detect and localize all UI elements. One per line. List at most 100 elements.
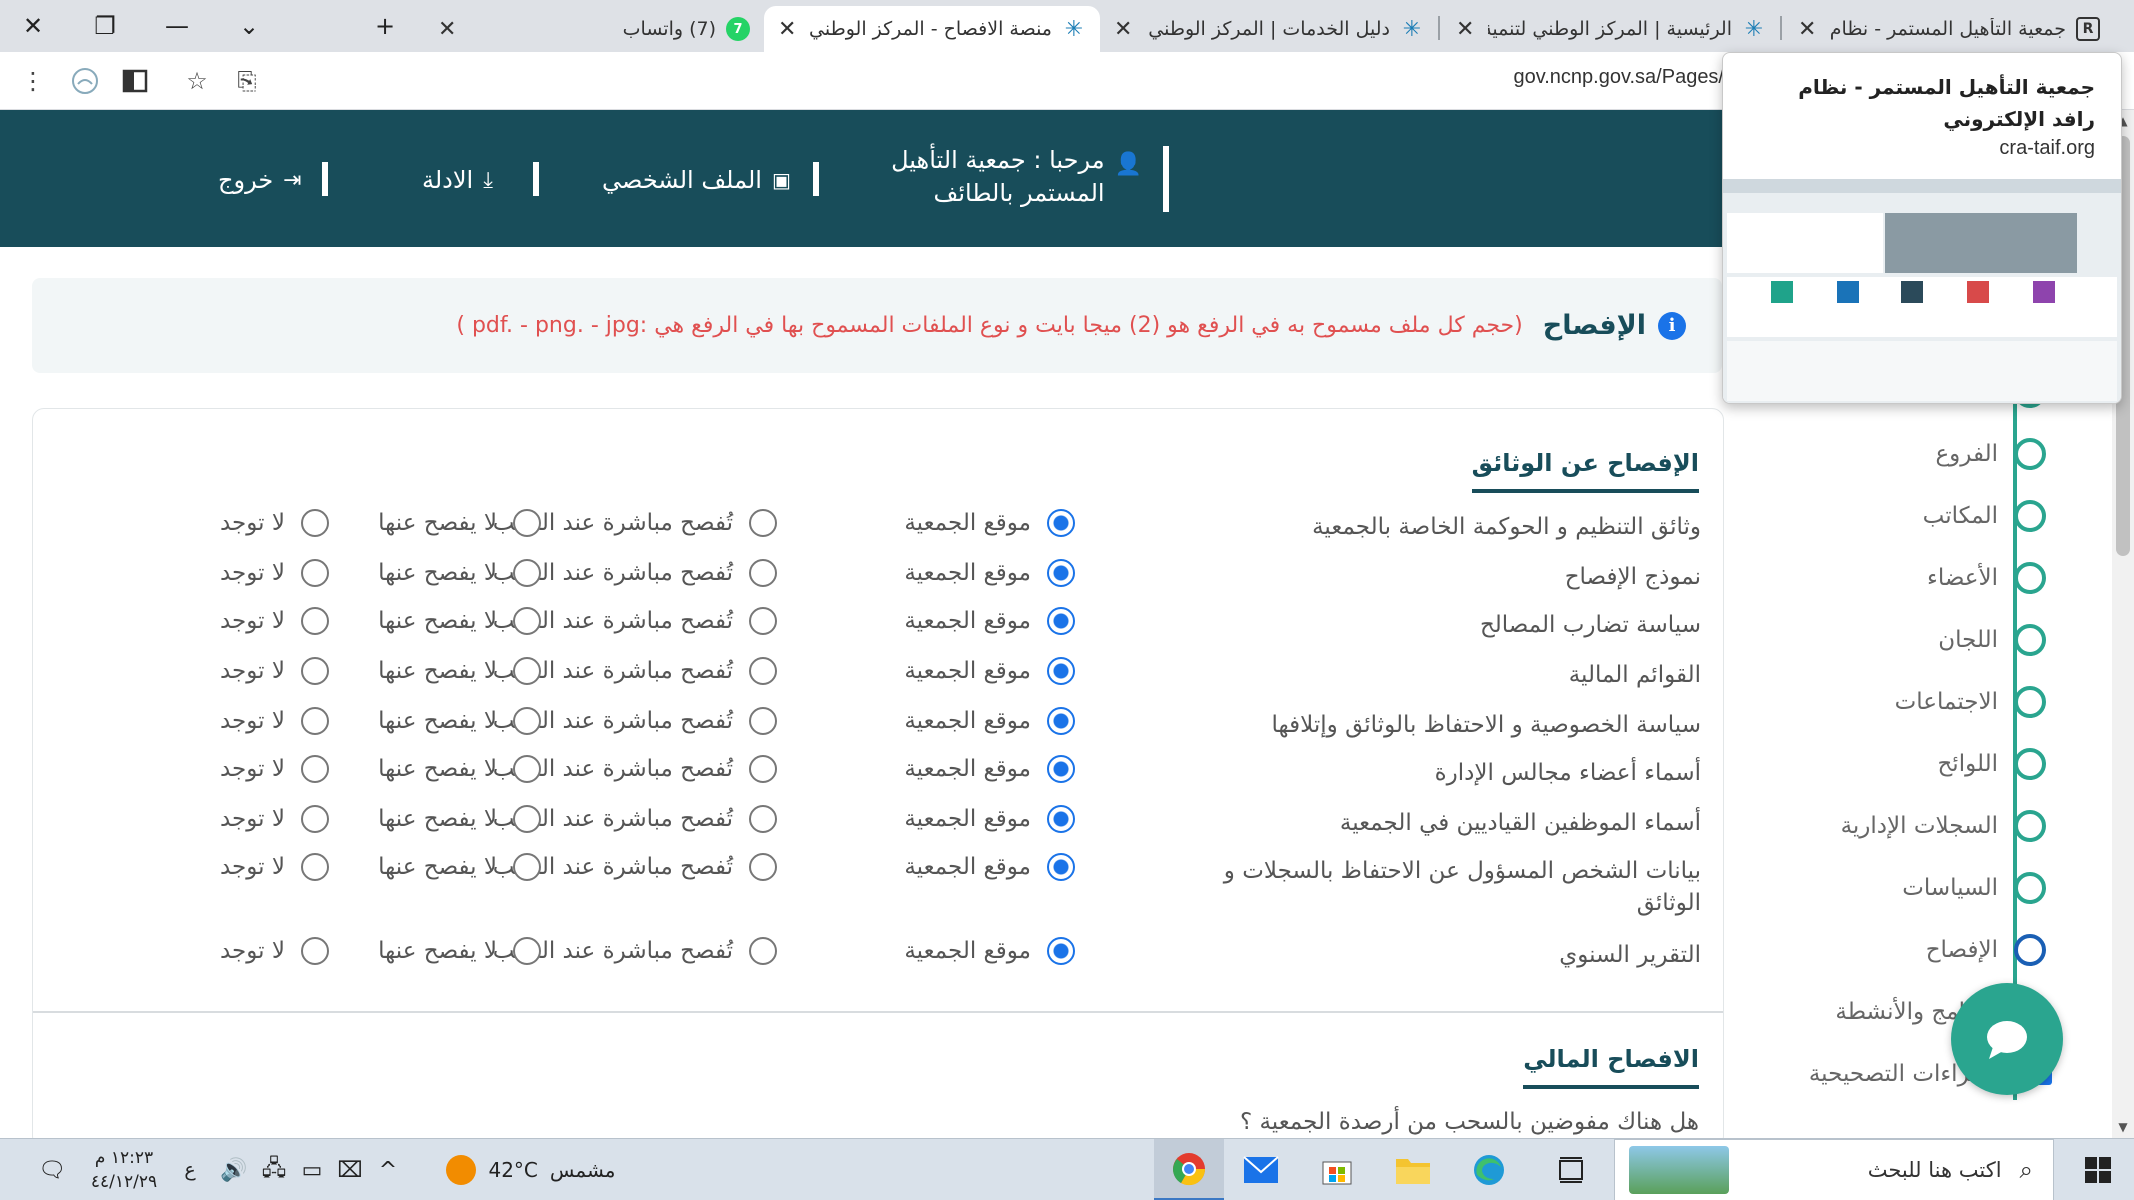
radio-button[interactable] (1047, 657, 1075, 685)
tab-disclosure-platform[interactable]: ✳ منصة الافصاح - المركز الوطني ✕ (764, 6, 1100, 52)
disclosure-option-2[interactable]: لا يفصح عنها (378, 751, 541, 787)
radio-button[interactable] (1047, 607, 1075, 635)
close-tab-icon[interactable]: ✕ (1456, 17, 1474, 42)
radio-button[interactable] (301, 707, 329, 735)
tab-search-chevron-icon[interactable]: ⌄ (224, 6, 274, 46)
radio-button[interactable] (749, 755, 777, 783)
profile-link[interactable]: ▣ الملف الشخصي (602, 166, 791, 194)
kebab-menu-icon[interactable]: ⋮ (14, 62, 52, 100)
tab-rafed-system[interactable]: R جمعية التأهيل المستمر - نظام ✕ (1784, 6, 2114, 52)
bookmark-star-icon[interactable]: ☆ (178, 62, 216, 100)
radio-button[interactable] (749, 937, 777, 965)
disclosure-option-2[interactable]: لا يفصح عنها (378, 849, 541, 885)
disclosure-option-3[interactable]: لا توجد (220, 555, 329, 591)
tab-ncnp-home[interactable]: ✳ الرئيسية | المركز الوطني لتنمية ✕ (1442, 6, 1780, 52)
sidebar-step-item[interactable]: السجلات الإدارية (1841, 806, 2046, 846)
radio-button[interactable] (749, 657, 777, 685)
network-icon[interactable]: 🖧 (256, 1139, 292, 1200)
disclosure-option-0[interactable]: موقع الجمعية (904, 603, 1075, 639)
disclosure-option-2[interactable]: لا يفصح عنها (378, 505, 541, 541)
scroll-down-arrow-icon[interactable]: ▼ (2112, 1116, 2134, 1138)
radio-button[interactable] (1047, 509, 1075, 537)
disclosure-option-0[interactable]: موقع الجمعية (904, 751, 1075, 787)
radio-button[interactable] (513, 607, 541, 635)
disclosure-option-2[interactable]: لا يفصح عنها (378, 653, 541, 689)
disclosure-option-2[interactable]: لا يفصح عنها (378, 801, 541, 837)
radio-button[interactable] (1047, 707, 1075, 735)
sidebar-step-item[interactable]: اللجان (1938, 620, 2046, 660)
disclosure-option-3[interactable]: لا توجد (220, 801, 329, 837)
radio-button[interactable] (301, 607, 329, 635)
close-tab-icon[interactable]: ✕ (1114, 17, 1132, 42)
tab-whatsapp[interactable]: 7 (7) واتساب ✕ (424, 6, 764, 52)
radio-button[interactable] (749, 707, 777, 735)
disclosure-option-0[interactable]: موقع الجمعية (904, 505, 1075, 541)
radio-button[interactable] (1047, 755, 1075, 783)
disclosure-option-3[interactable]: لا توجد (220, 751, 329, 787)
sidebar-step-item[interactable]: الأعضاء (1927, 558, 2046, 598)
sidebar-step-item[interactable]: الإفصاح (1926, 930, 2046, 970)
disclosure-option-3[interactable]: لا توجد (220, 653, 329, 689)
chrome-app-icon[interactable] (1154, 1139, 1224, 1200)
sidebar-step-item[interactable]: السياسات (1902, 868, 2046, 908)
sidebar-step-item[interactable]: اللوائح (1937, 744, 2046, 784)
disclosure-option-2[interactable]: لا يفصح عنها (378, 933, 541, 969)
close-tab-icon[interactable]: ✕ (438, 17, 456, 42)
edge-app-icon[interactable] (1458, 1139, 1520, 1200)
radio-button[interactable] (1047, 853, 1075, 881)
new-tab-plus-icon[interactable]: + (360, 6, 410, 46)
guides-link[interactable]: ⤓ الادلة (422, 166, 493, 194)
taskbar-search[interactable]: ⌕ اكتب هنا للبحث (1614, 1139, 2054, 1200)
restore-window-icon[interactable]: ❐ (80, 6, 130, 46)
share-icon[interactable]: ⎘ (228, 62, 266, 100)
battery-icon[interactable]: ▭ (294, 1139, 330, 1200)
radio-button[interactable] (513, 853, 541, 881)
radio-button[interactable] (513, 559, 541, 587)
chat-button[interactable] (1951, 983, 2063, 1095)
radio-button[interactable] (513, 707, 541, 735)
radio-button[interactable] (301, 657, 329, 685)
radio-button[interactable] (301, 559, 329, 587)
disclosure-option-0[interactable]: موقع الجمعية (904, 801, 1075, 837)
radio-button[interactable] (301, 805, 329, 833)
disclosure-option-0[interactable]: موقع الجمعية (904, 653, 1075, 689)
disclosure-option-3[interactable]: لا توجد (220, 505, 329, 541)
disclosure-option-0[interactable]: موقع الجمعية (904, 555, 1075, 591)
disclosure-option-3[interactable]: لا توجد (220, 849, 329, 885)
radio-button[interactable] (749, 805, 777, 833)
device-icon[interactable]: ⌧ (332, 1139, 368, 1200)
close-tab-icon[interactable]: ✕ (778, 17, 796, 42)
disclosure-option-3[interactable]: لا توجد (220, 703, 329, 739)
radio-button[interactable] (749, 559, 777, 587)
notifications-icon[interactable]: 🗨 (28, 1139, 76, 1200)
sidebar-step-item[interactable]: المكاتب (1923, 496, 2046, 536)
profile-avatar-icon[interactable] (66, 62, 104, 100)
volume-icon[interactable]: 🔊 (216, 1139, 252, 1200)
logout-link[interactable]: ⇥ خروج (218, 166, 302, 194)
radio-button[interactable] (513, 805, 541, 833)
radio-button[interactable] (749, 607, 777, 635)
disclosure-option-3[interactable]: لا توجد (220, 603, 329, 639)
radio-button[interactable] (513, 657, 541, 685)
radio-button[interactable] (513, 755, 541, 783)
radio-button[interactable] (749, 853, 777, 881)
chevron-up-icon[interactable]: ^ (370, 1139, 406, 1200)
disclosure-option-0[interactable]: موقع الجمعية (904, 703, 1075, 739)
close-window-icon[interactable]: ✕ (8, 6, 58, 46)
disclosure-option-3[interactable]: لا توجد (220, 933, 329, 969)
store-app-icon[interactable] (1306, 1139, 1368, 1200)
disclosure-option-2[interactable]: لا يفصح عنها (378, 555, 541, 591)
url-text[interactable]: gov.ncnp.gov.sa/Pages/ (1513, 66, 1724, 89)
windows-start-icon[interactable] (2062, 1139, 2134, 1200)
sidebar-step-item[interactable]: الفروع (1935, 434, 2046, 474)
radio-button[interactable] (301, 755, 329, 783)
disclosure-option-2[interactable]: لا يفصح عنها (378, 603, 541, 639)
sidebar-step-item[interactable]: الاجتماعات (1895, 682, 2046, 722)
disclosure-option-0[interactable]: موقع الجمعية (904, 849, 1075, 885)
close-tab-icon[interactable]: ✕ (1798, 17, 1816, 42)
radio-button[interactable] (1047, 805, 1075, 833)
disclosure-option-0[interactable]: موقع الجمعية (904, 933, 1075, 969)
weather-widget[interactable]: مشمس 42°C (436, 1139, 626, 1200)
side-panel-icon[interactable] (116, 62, 154, 100)
radio-button[interactable] (513, 937, 541, 965)
